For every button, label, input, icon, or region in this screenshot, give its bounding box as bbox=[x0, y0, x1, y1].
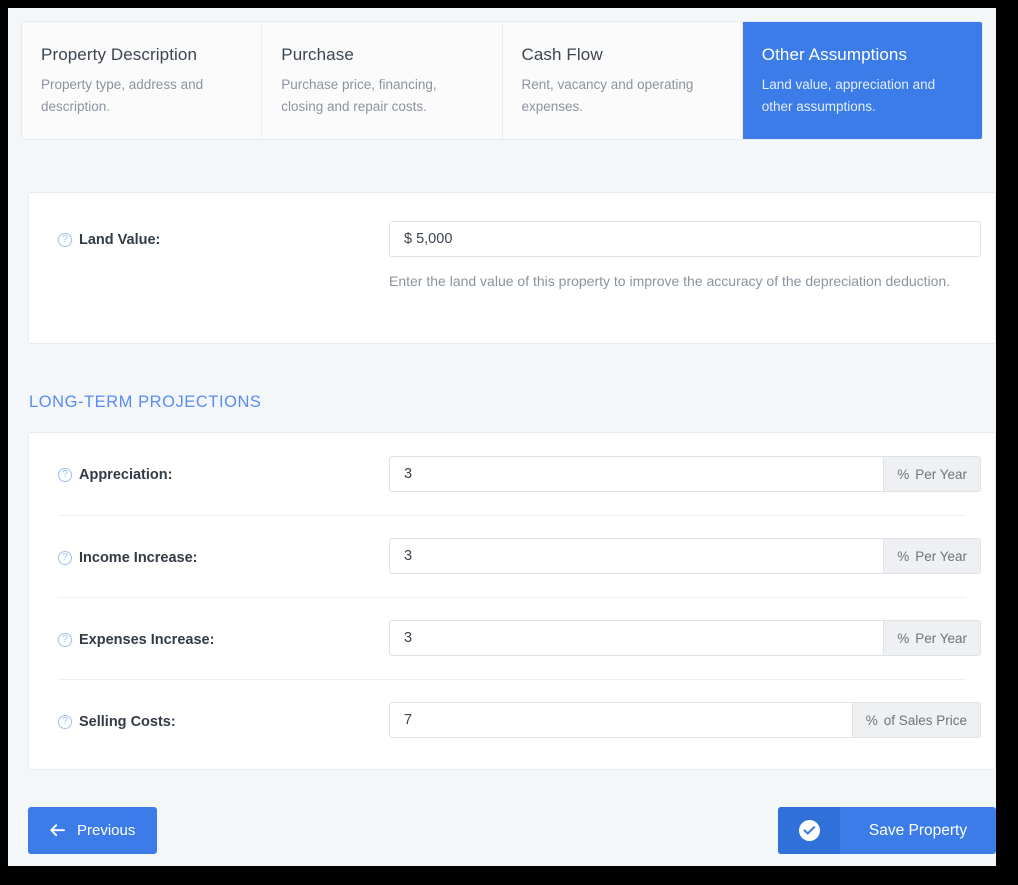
appreciation-label-text: Appreciation: bbox=[79, 467, 173, 483]
income-increase-label: ? Income Increase: bbox=[58, 548, 197, 566]
selling-costs-label: ? Selling Costs: bbox=[58, 712, 176, 730]
question-circle-icon[interactable]: ? bbox=[58, 714, 72, 729]
arrow-left-icon bbox=[50, 824, 65, 837]
income-increase-unit-text: Per Year bbox=[915, 548, 967, 564]
land-value-card: ? Land Value: Enter the land value of th… bbox=[28, 192, 996, 344]
long-term-projections-heading: LONG-TERM PROJECTIONS bbox=[29, 393, 262, 411]
selling-costs-label-text: Selling Costs: bbox=[79, 713, 176, 730]
wizard-page: Property Description Property type, addr… bbox=[8, 8, 996, 866]
land-value-help-text: Enter the land value of this property to… bbox=[389, 273, 951, 289]
appreciation-row: ? Appreciation: % Per Year bbox=[29, 433, 995, 515]
question-circle-icon[interactable]: ? bbox=[58, 233, 72, 247]
previous-button[interactable]: Previous bbox=[28, 807, 158, 854]
percent-symbol: % bbox=[897, 548, 910, 564]
income-increase-label-text: Income Increase: bbox=[79, 549, 198, 566]
expenses-increase-field-area: % Per Year bbox=[389, 620, 981, 656]
appreciation-unit-text: Per Year bbox=[915, 466, 967, 482]
tab-other-assumptions[interactable]: Other Assumptions Land value, appreciati… bbox=[742, 22, 982, 139]
percent-symbol: % bbox=[897, 466, 910, 482]
expenses-increase-label-text: Expenses Increase: bbox=[79, 631, 215, 648]
save-property-button[interactable]: Save Property bbox=[778, 807, 996, 854]
question-circle-icon[interactable]: ? bbox=[58, 468, 72, 482]
selling-costs-unit-text: of Sales Price bbox=[883, 712, 967, 728]
expenses-increase-input-group: % Per Year bbox=[389, 620, 981, 656]
tab-description: Land value, appreciation and other assum… bbox=[761, 77, 936, 115]
selling-costs-unit-addon: % of Sales Price bbox=[851, 702, 981, 738]
appreciation-field-area: % Per Year bbox=[389, 456, 981, 492]
tab-title: Other Assumptions bbox=[761, 45, 908, 64]
expenses-increase-input[interactable] bbox=[389, 620, 884, 656]
income-increase-row: ? Income Increase: % Per Year bbox=[29, 516, 995, 597]
expenses-increase-label: ? Expenses Increase: bbox=[58, 630, 214, 648]
tab-description: Rent, vacancy and operating expenses. bbox=[521, 77, 694, 115]
land-value-field-area: Enter the land value of this property to… bbox=[389, 221, 981, 293]
income-increase-unit-addon: % Per Year bbox=[883, 538, 981, 574]
tab-purchase[interactable]: Purchase Purchase price, financing, clos… bbox=[262, 22, 503, 139]
tab-title: Purchase bbox=[281, 45, 354, 64]
expenses-increase-unit-addon: % Per Year bbox=[883, 620, 981, 656]
save-button-icon-box bbox=[778, 807, 840, 854]
check-circle-icon bbox=[798, 820, 820, 841]
expenses-increase-unit-text: Per Year bbox=[915, 630, 967, 646]
selling-costs-field-area: % of Sales Price bbox=[389, 702, 981, 738]
appreciation-label: ? Appreciation: bbox=[58, 465, 172, 483]
tab-title: Cash Flow bbox=[521, 45, 603, 64]
land-value-label-text: Land Value: bbox=[79, 232, 161, 248]
previous-button-label: Previous bbox=[77, 822, 136, 839]
percent-symbol: % bbox=[865, 712, 878, 728]
selling-costs-input[interactable] bbox=[389, 702, 852, 738]
appreciation-unit-addon: % Per Year bbox=[883, 456, 981, 492]
tab-property-description[interactable]: Property Description Property type, addr… bbox=[22, 22, 263, 139]
land-value-row: ? Land Value: Enter the land value of th… bbox=[29, 193, 995, 289]
tab-description: Purchase price, financing, closing and r… bbox=[281, 77, 437, 115]
percent-symbol: % bbox=[897, 630, 910, 646]
question-circle-icon[interactable]: ? bbox=[58, 550, 72, 565]
save-button-label: Save Property bbox=[868, 821, 968, 839]
tab-title: Property Description bbox=[41, 45, 198, 64]
selling-costs-input-group: % of Sales Price bbox=[389, 702, 981, 738]
income-increase-input[interactable] bbox=[389, 538, 884, 574]
wizard-step-tabs: Property Description Property type, addr… bbox=[21, 21, 983, 140]
expenses-increase-row: ? Expenses Increase: % Per Year bbox=[29, 598, 995, 679]
land-value-label: ? Land Value: bbox=[58, 221, 160, 248]
land-value-input[interactable] bbox=[389, 221, 981, 257]
long-term-projections-card: ? Appreciation: % Per Year bbox=[28, 432, 996, 770]
tab-description: Property type, address and description. bbox=[41, 77, 204, 115]
income-increase-field-area: % Per Year bbox=[389, 538, 981, 574]
appreciation-input-group: % Per Year bbox=[389, 456, 981, 492]
selling-costs-row: ? Selling Costs: % of Sales Price bbox=[29, 680, 995, 761]
income-increase-input-group: % Per Year bbox=[389, 538, 981, 574]
question-circle-icon[interactable]: ? bbox=[58, 632, 72, 647]
tab-cash-flow[interactable]: Cash Flow Rent, vacancy and operating ex… bbox=[502, 22, 743, 139]
screenshot-frame: Property Description Property type, addr… bbox=[0, 0, 1018, 885]
appreciation-input[interactable] bbox=[389, 456, 884, 492]
